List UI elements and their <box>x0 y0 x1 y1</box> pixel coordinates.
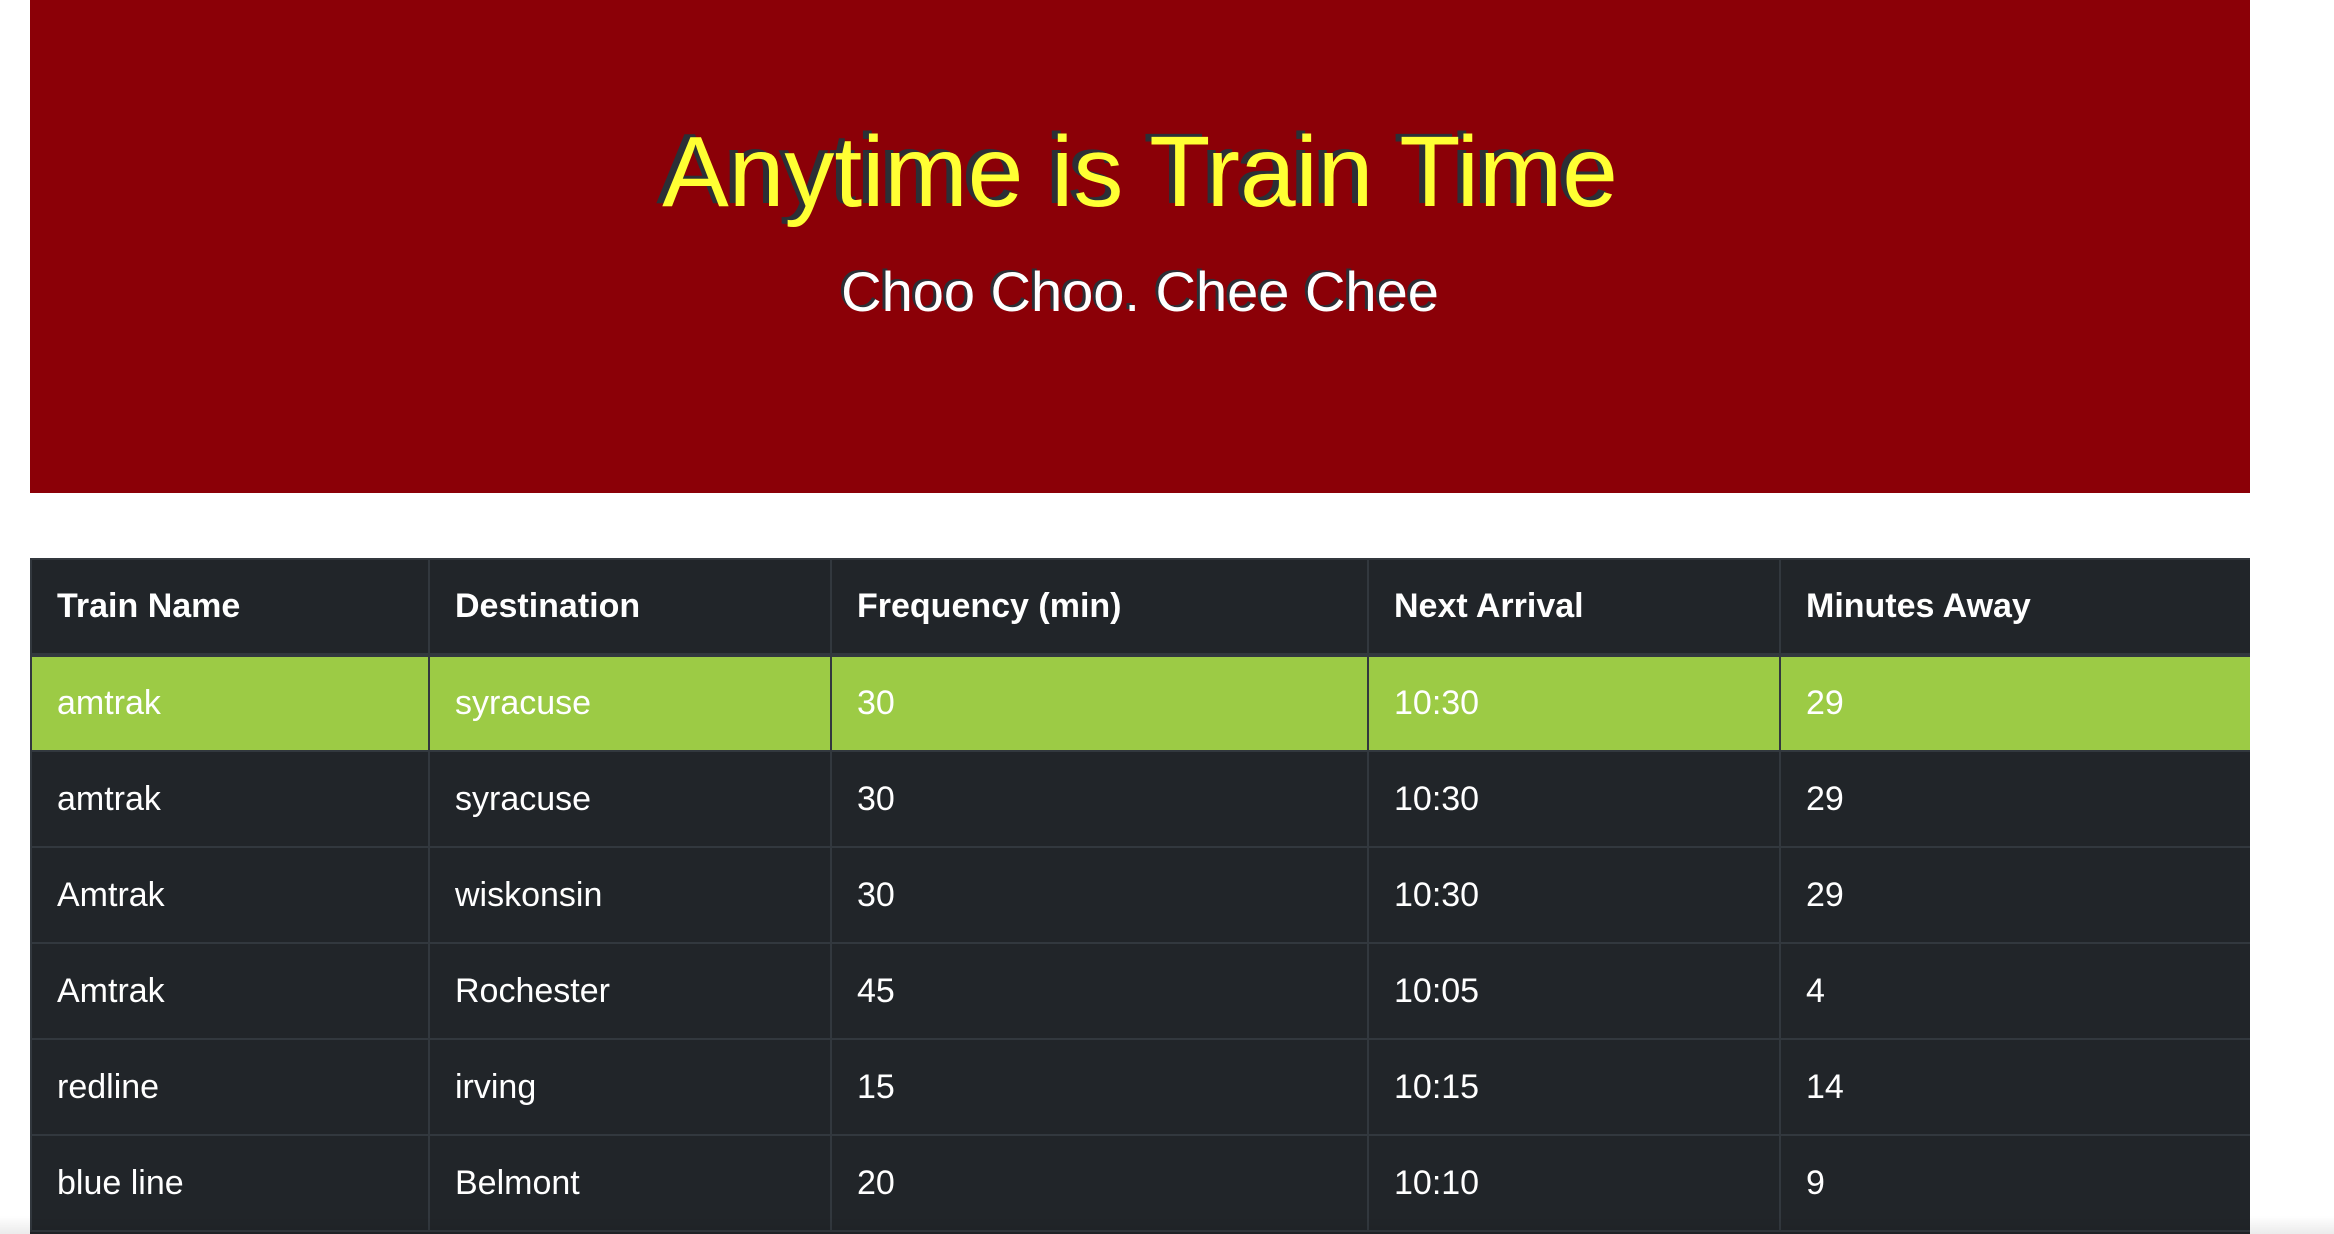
cell-train-name: Amtrak <box>30 942 430 1040</box>
column-header-frequency[interactable]: Frequency (min) <box>830 558 1369 657</box>
page-title: Anytime is Train Time <box>662 116 1618 228</box>
table-header: Train Name Destination Frequency (min) N… <box>30 558 2250 657</box>
cell-train-name: amtrak <box>30 750 430 848</box>
cell-next-arrival: 10:30 <box>1367 654 1781 752</box>
cell-minutes-away: 29 <box>1779 654 2250 752</box>
cell-frequency: 45 <box>830 942 1369 1040</box>
cell-train-name: redline <box>30 1038 430 1136</box>
cell-train-name: blue line <box>30 1134 430 1232</box>
table-row[interactable]: Amtrak wiskonsin 30 10:30 29 <box>30 846 2250 944</box>
column-header-minutes-away[interactable]: Minutes Away <box>1779 558 2250 657</box>
cell-frequency: 15 <box>830 1038 1369 1136</box>
cell-frequency: 20 <box>830 1134 1369 1232</box>
cell-minutes-away: 9 <box>1779 1134 2250 1232</box>
table-row[interactable]: amtrak syracuse 30 10:30 29 <box>30 654 2250 752</box>
page-subtitle: Choo Choo. Chee Chee <box>841 260 1439 323</box>
table-row[interactable]: Amtrak Rochester 45 10:05 4 <box>30 942 2250 1040</box>
cell-destination: syracuse <box>428 750 832 848</box>
cell-train-name: Amtrak <box>30 846 430 944</box>
cell-minutes-away: 4 <box>1779 942 2250 1040</box>
column-header-train-name[interactable]: Train Name <box>30 558 430 657</box>
table-row[interactable]: redline irving 15 10:15 14 <box>30 1038 2250 1136</box>
cell-frequency: 30 <box>830 654 1369 752</box>
cell-destination: irving <box>428 1038 832 1136</box>
cell-destination: wiskonsin <box>428 846 832 944</box>
table-body: amtrak syracuse 30 10:30 29 amtrak syrac… <box>30 654 2250 1232</box>
cell-frequency: 30 <box>830 750 1369 848</box>
cell-next-arrival: 10:30 <box>1367 846 1781 944</box>
cell-destination: Belmont <box>428 1134 832 1232</box>
cell-minutes-away: 29 <box>1779 846 2250 944</box>
jumbotron-header: Anytime is Train Time Choo Choo. Chee Ch… <box>30 0 2250 493</box>
train-schedule-table-container: Train Name Destination Frequency (min) N… <box>30 558 2250 1234</box>
cell-next-arrival: 10:30 <box>1367 750 1781 848</box>
cell-destination: Rochester <box>428 942 832 1040</box>
cell-next-arrival: 10:05 <box>1367 942 1781 1040</box>
cell-destination: syracuse <box>428 654 832 752</box>
cell-minutes-away: 29 <box>1779 750 2250 848</box>
cell-next-arrival: 10:10 <box>1367 1134 1781 1232</box>
page: Anytime is Train Time Choo Choo. Chee Ch… <box>0 0 2334 1234</box>
column-header-next-arrival[interactable]: Next Arrival <box>1367 558 1781 657</box>
table-row[interactable]: blue line Belmont 20 10:10 9 <box>30 1134 2250 1232</box>
cell-train-name: amtrak <box>30 654 430 752</box>
table-header-row: Train Name Destination Frequency (min) N… <box>30 558 2250 657</box>
column-header-destination[interactable]: Destination <box>428 558 832 657</box>
cell-minutes-away: 14 <box>1779 1038 2250 1136</box>
table-row[interactable]: amtrak syracuse 30 10:30 29 <box>30 750 2250 848</box>
cell-next-arrival: 10:15 <box>1367 1038 1781 1136</box>
cell-frequency: 30 <box>830 846 1369 944</box>
train-schedule-table: Train Name Destination Frequency (min) N… <box>30 558 2250 1232</box>
